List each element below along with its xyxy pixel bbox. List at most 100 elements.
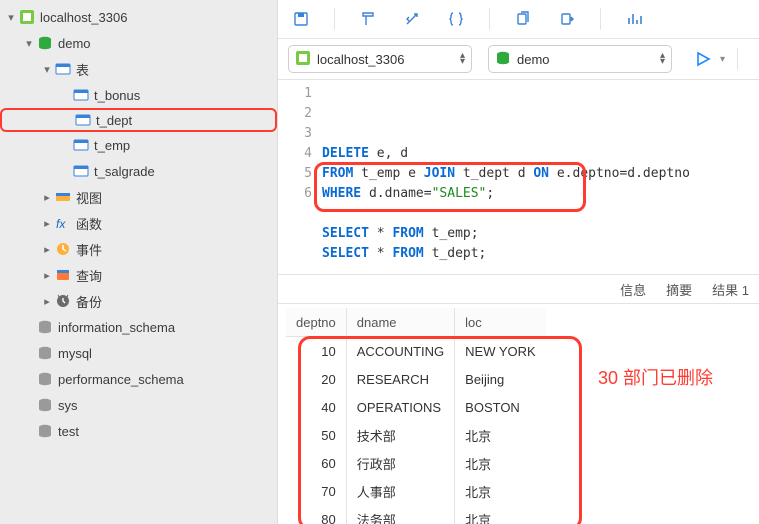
table-row[interactable]: 20RESEARCHBeijing [286,365,546,393]
table-icon [74,111,92,129]
table-cell[interactable]: 北京 [455,505,546,524]
copy-icon[interactable] [512,8,534,30]
table-cell[interactable]: 80 [286,505,346,524]
system-db-label: mysql [58,346,92,361]
save-icon[interactable] [290,8,312,30]
table-row[interactable]: 70人事部北京 [286,477,546,505]
system-db-label: test [58,424,79,439]
database-grey-icon [36,318,54,336]
table-row[interactable]: 60行政部北京 [286,449,546,477]
table-cell[interactable]: 40 [286,393,346,421]
tree-system-db-row[interactable]: ▸sys [0,392,277,418]
chevron-down-icon[interactable]: ▾ [40,63,54,76]
column-header[interactable]: deptno [286,308,346,337]
database-selector[interactable]: demo ▴▾ [488,45,672,73]
fx-icon: fx [54,214,72,232]
tab-info[interactable]: 信息 [620,280,646,299]
chevron-right-icon[interactable]: ▸ [40,243,54,256]
table-cell[interactable]: OPERATIONS [346,393,454,421]
table-cell[interactable]: 技术部 [346,421,454,449]
connection-label: localhost_3306 [40,10,127,25]
table-cell[interactable]: NEW YORK [455,337,546,366]
main-area: localhost_3306 ▴▾ demo ▴▾ ▾ 123456 [278,0,759,524]
tree-group-row[interactable]: ▸fx函数 [0,210,277,236]
table-row[interactable]: 50技术部北京 [286,421,546,449]
tree-tables-group[interactable]: ▾ 表 [0,56,277,82]
tree-system-db-row[interactable]: ▸information_schema [0,314,277,340]
table-cell[interactable]: 70 [286,477,346,505]
table-icon [72,86,90,104]
chevron-down-icon[interactable]: ▾ [22,37,36,50]
run-button[interactable] [692,48,714,70]
tree-table-row[interactable]: ▸t_dept [0,108,277,132]
tree-table-row[interactable]: ▸t_salgrade [0,158,277,184]
tab-result1[interactable]: 结果 1 [712,280,749,299]
table-cell[interactable]: ACCOUNTING [346,337,454,366]
table-row[interactable]: 10ACCOUNTINGNEW YORK [286,337,546,366]
braces-icon[interactable] [445,8,467,30]
tree-group-row[interactable]: ▸查询 [0,262,277,288]
table-cell[interactable]: 北京 [455,449,546,477]
beautify-icon[interactable] [401,8,423,30]
database-grey-icon [36,370,54,388]
column-header[interactable]: loc [455,308,546,337]
database-selector-label: demo [517,52,550,67]
sql-editor[interactable]: 123456 DELETE e, dFROM t_emp e JOIN t_de… [278,80,759,274]
result-table[interactable]: deptnodnameloc 10ACCOUNTINGNEW YORK20RES… [286,308,546,524]
column-header[interactable]: dname [346,308,454,337]
system-db-label: performance_schema [58,372,184,387]
connection-icon [295,50,311,69]
table-row[interactable]: 80法务部北京 [286,505,546,524]
tree-connection-row[interactable]: ▾ localhost_3306 [0,4,277,30]
table-label: t_bonus [94,88,140,103]
chevron-right-icon[interactable]: ▸ [40,295,54,308]
table-cell[interactable]: BOSTON [455,393,546,421]
table-group-icon [54,60,72,78]
database-grey-icon [36,422,54,440]
table-row[interactable]: 40OPERATIONSBOSTON [286,393,546,421]
table-cell[interactable]: 50 [286,421,346,449]
table-cell[interactable]: Beijing [455,365,546,393]
chevron-right-icon[interactable]: ▸ [40,269,54,282]
table-label: t_dept [96,113,132,128]
tree-group-row[interactable]: ▸ 备份 [0,288,277,314]
tab-summary[interactable]: 摘要 [666,280,692,299]
chevron-right-icon[interactable]: ▸ [40,191,54,204]
tree-table-row[interactable]: ▸t_emp [0,132,277,158]
tree-table-row[interactable]: ▸t_bonus [0,82,277,108]
table-cell[interactable]: 法务部 [346,505,454,524]
chart-icon[interactable] [623,8,645,30]
export-icon[interactable] [556,8,578,30]
table-cell[interactable]: 60 [286,449,346,477]
table-cell[interactable]: 人事部 [346,477,454,505]
table-cell[interactable]: 北京 [455,421,546,449]
table-label: t_emp [94,138,130,153]
table-icon [72,162,90,180]
table-cell[interactable]: 20 [286,365,346,393]
group-label: 事件 [76,240,102,259]
tree-system-db-row[interactable]: ▸test [0,418,277,444]
table-cell[interactable]: RESEARCH [346,365,454,393]
database-icon [36,34,54,52]
tree-database-row[interactable]: ▾ demo [0,30,277,56]
table-cell[interactable]: 行政部 [346,449,454,477]
run-dropdown-icon[interactable]: ▾ [720,54,725,65]
format-icon[interactable] [357,8,379,30]
system-db-label: information_schema [58,320,175,335]
chevron-down-icon[interactable]: ▾ [4,11,18,24]
view-icon [54,188,72,206]
table-cell[interactable]: 10 [286,337,346,366]
database-grey-icon [36,344,54,362]
group-label: 备份 [76,292,102,311]
editor-code[interactable]: DELETE e, dFROM t_emp e JOIN t_dept d ON… [322,84,759,264]
tree-system-db-row[interactable]: ▸performance_schema [0,366,277,392]
tree-group-row[interactable]: ▸视图 [0,184,277,210]
tree-system-db-row[interactable]: ▸mysql [0,340,277,366]
tree-group-row[interactable]: ▸ 事件 [0,236,277,262]
connection-selector[interactable]: localhost_3306 ▴▾ [288,45,472,73]
chevron-right-icon[interactable]: ▸ [40,217,54,230]
sidebar: ▾ localhost_3306 ▾ demo ▾ 表 ▸t_bonus▸t_d… [0,0,278,524]
clock-icon [54,240,72,258]
table-cell[interactable]: 北京 [455,477,546,505]
toolbar [278,0,759,39]
